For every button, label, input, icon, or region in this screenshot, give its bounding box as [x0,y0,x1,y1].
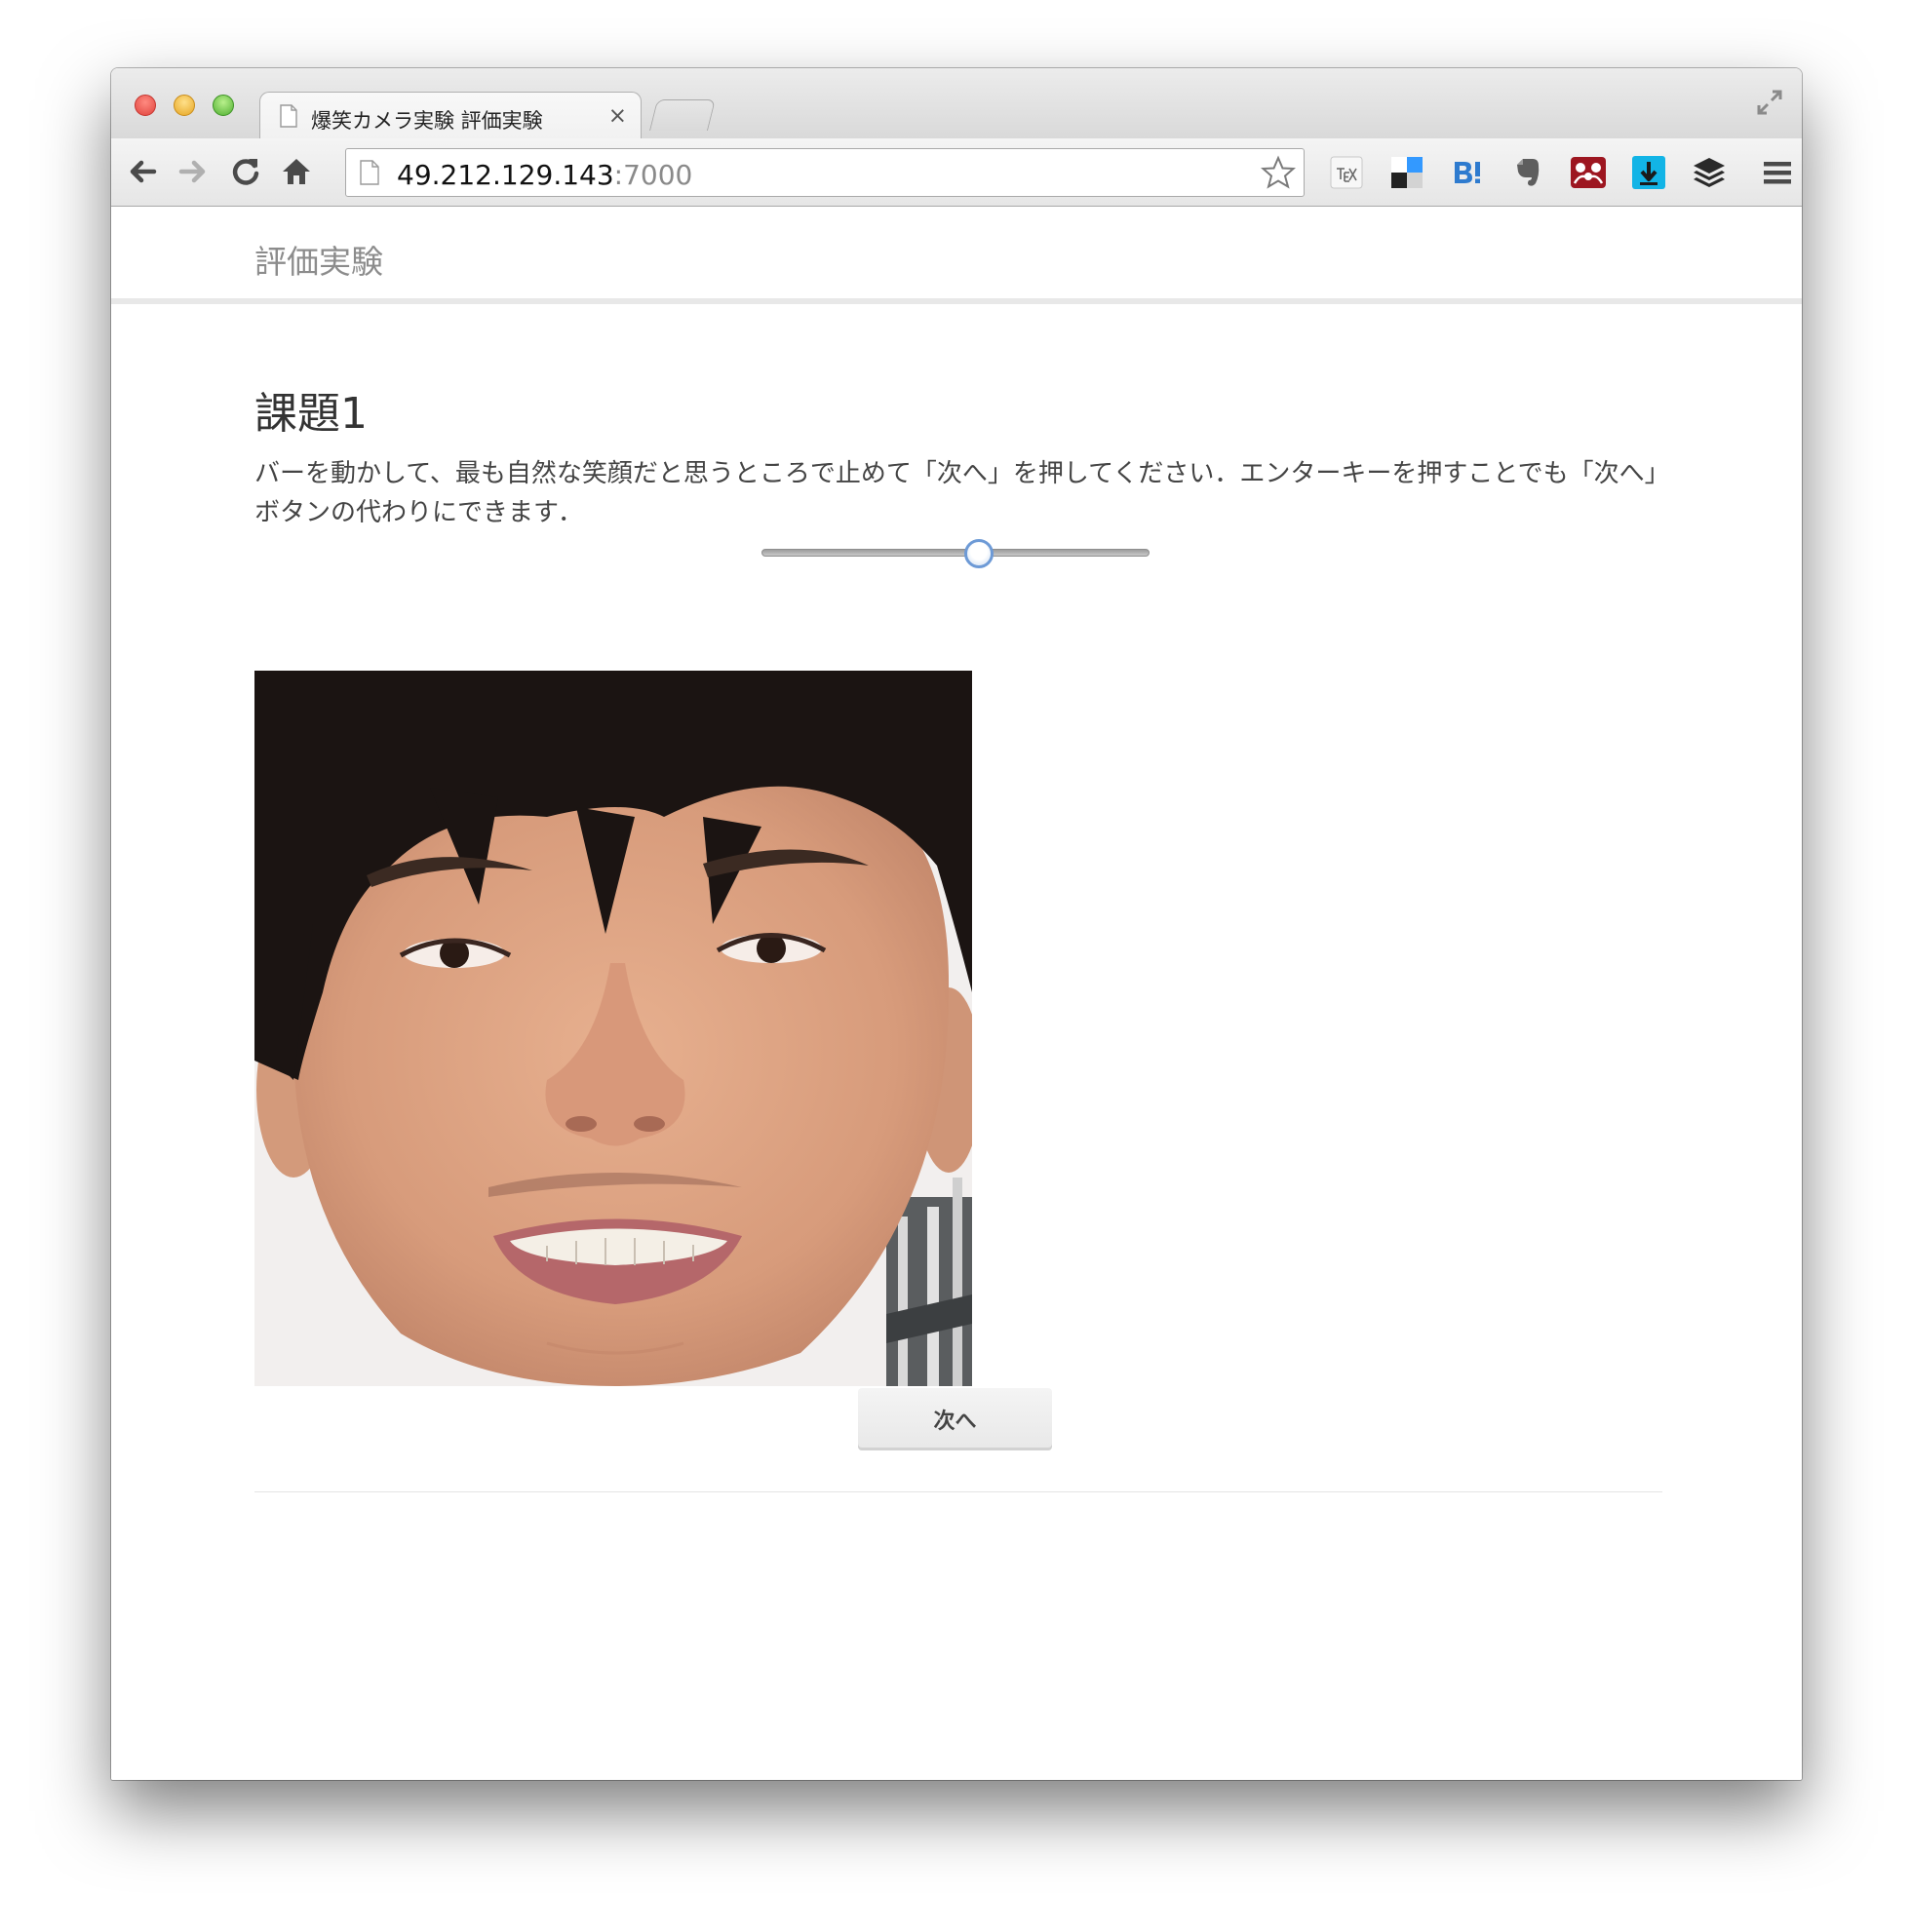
tab-close-icon[interactable]: × [608,103,627,129]
close-window-button[interactable] [135,95,156,116]
buffer-icon[interactable] [1691,154,1728,191]
page-icon [360,160,379,185]
delicious-extension-icon[interactable] [1388,154,1425,191]
minimize-window-button[interactable] [174,95,195,116]
face-photo [254,671,972,1386]
page-icon [280,104,297,128]
task-title: 課題1 [254,389,368,439]
star-icon[interactable] [1261,155,1296,190]
slider-thumb[interactable] [963,539,994,568]
tab-active[interactable]: 爆笑カメラ実験 評価実験 × [259,92,642,139]
evernote-icon[interactable] [1509,154,1546,191]
home-icon[interactable] [279,154,314,189]
tab-title: 爆笑カメラ実験 評価実験 [311,109,543,133]
mendeley-icon[interactable] [1570,154,1607,191]
address-bar[interactable]: 49.212.129.143:7000 [345,148,1305,197]
slider-track[interactable] [761,549,1150,557]
browser-window: 爆笑カメラ実験 評価実験 × 49.212.129.143:7000 評価実験 … [111,68,1802,1780]
url-host: 49.212.129.143 [397,159,614,191]
divider [254,1491,1662,1492]
menu-icon[interactable] [1761,156,1794,189]
zoom-window-button[interactable] [213,95,234,116]
fullscreen-icon[interactable] [1755,88,1784,117]
site-brand[interactable]: 評価実験 [254,236,383,283]
reload-icon[interactable] [228,154,263,189]
task-instructions: バーを動かして、最も自然な笑顔だと思うところで止めて「次へ」を押してください．エ… [254,459,1658,527]
hatena-bookmark-icon[interactable] [1449,154,1486,191]
page-content: 評価実験 課題1 バーを動かして、最も自然な笑顔だと思うところで止めて「次へ」を… [111,207,1802,1780]
forward-icon[interactable] [176,154,211,189]
title-bar: 爆笑カメラ実験 評価実験 × [111,68,1802,139]
next-button[interactable]: 次へ [858,1388,1052,1450]
tex-extension-icon[interactable] [1328,154,1365,191]
browser-toolbar: 49.212.129.143:7000 [111,138,1802,207]
back-icon[interactable] [125,154,160,189]
smile-slider[interactable] [761,534,1150,573]
new-tab-button[interactable] [649,99,716,131]
url-port: :7000 [613,159,693,191]
download-icon[interactable] [1630,154,1667,191]
site-header: 評価実験 [111,207,1802,304]
url-text: 49.212.129.143:7000 [397,159,692,191]
